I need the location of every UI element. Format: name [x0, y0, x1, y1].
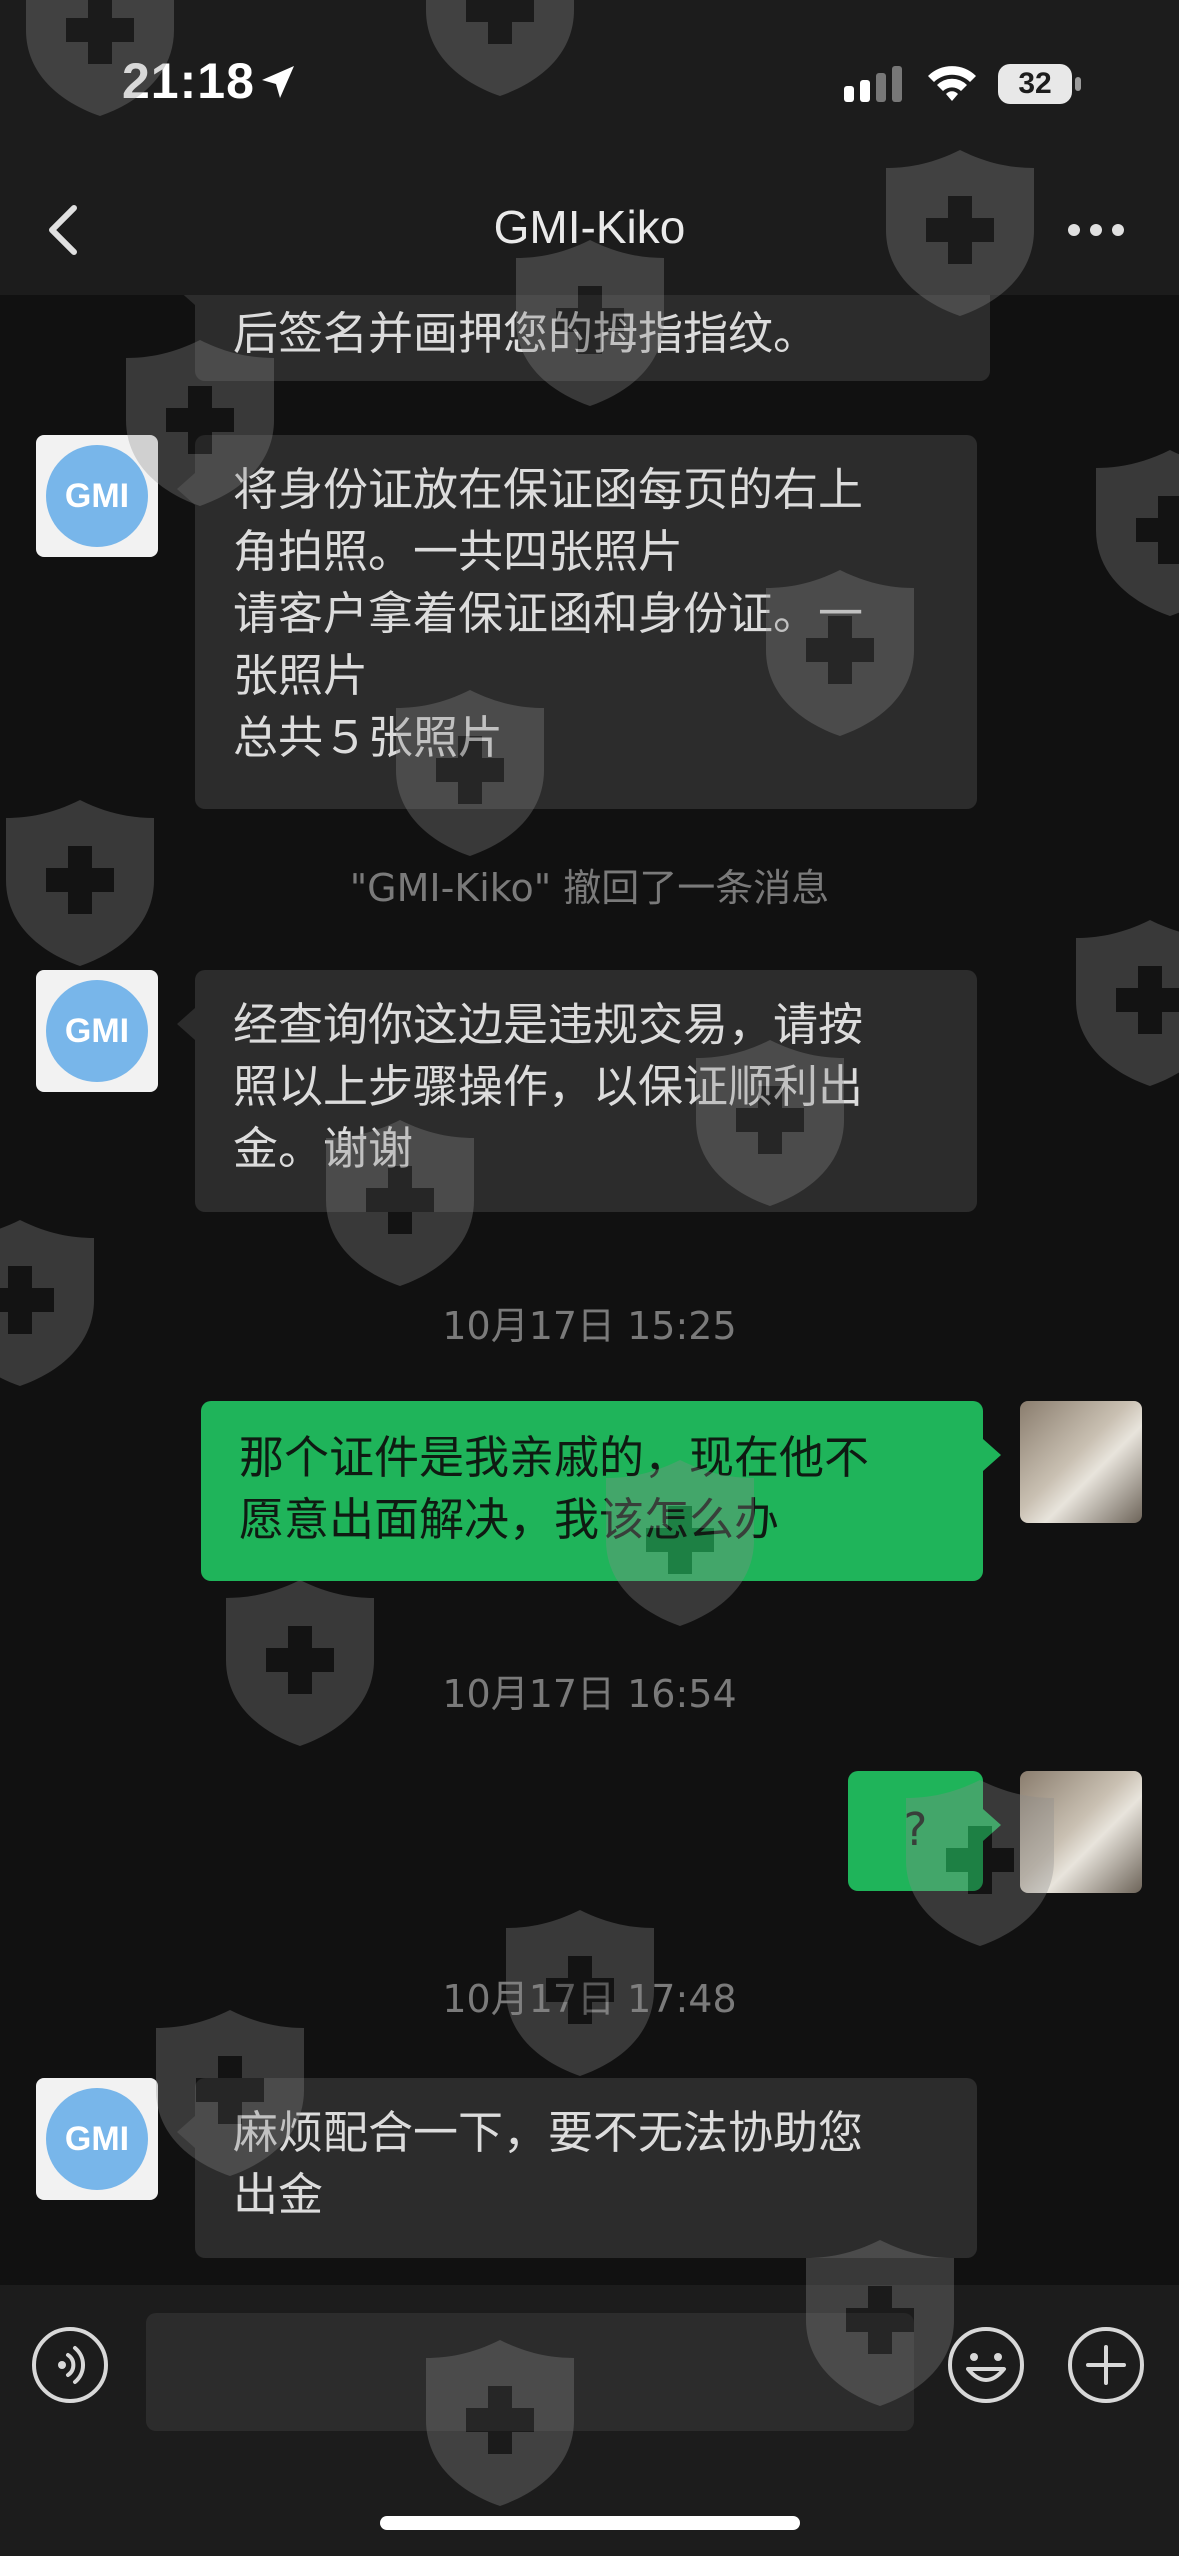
message-line: 照以上步骤操作，以保证顺利出 — [233, 1060, 864, 1113]
incoming-message-bubble[interactable]: 将身份证放在保证函每页的右上 角拍照。一共四张照片 请客户拿着保证函和身份证。一… — [177, 435, 977, 809]
contact-avatar[interactable]: GMI — [36, 435, 158, 557]
timestamp: 10月17日 15:25 — [442, 1304, 737, 1348]
message-line: 请客户拿着保证函和身份证。一 — [233, 587, 864, 640]
contact-avatar[interactable]: GMI — [36, 970, 158, 1092]
incoming-message-bubble[interactable]: 麻烦配合一下，要不无法协助您 出金 — [177, 2078, 977, 2258]
voice-input-icon[interactable] — [30, 2325, 110, 2405]
recall-notice: "GMI-Kiko" 撤回了一条消息 — [349, 866, 830, 910]
message-line: 那个证件是我亲戚的，现在他不 — [239, 1431, 870, 1484]
gmi-logo: GMI — [46, 980, 148, 1082]
gmi-logo: GMI — [46, 2088, 148, 2190]
status-time: 21:18 — [122, 53, 255, 109]
message-line: 愿意出面解决，我该怎么办 — [239, 1493, 780, 1546]
message-line: 出金 — [233, 2168, 324, 2221]
chat-title: GMI-Kiko — [493, 201, 686, 253]
outgoing-message-bubble[interactable]: 那个证件是我亲戚的，现在他不 愿意出面解决，我该怎么办 — [201, 1401, 1001, 1581]
emoji-icon[interactable] — [946, 2325, 1026, 2405]
message-line: 金。谢谢 — [233, 1122, 414, 1175]
message-line: 角拍照。一共四张照片 — [233, 525, 684, 578]
battery-level: 32 — [1018, 67, 1052, 100]
message-line: 张照片 — [233, 649, 369, 702]
user-avatar[interactable] — [1020, 1401, 1142, 1523]
message-line: 经查询你这边是违规交易，请按 — [233, 998, 864, 1051]
contact-avatar[interactable]: GMI — [36, 2078, 158, 2200]
message-line: 后签名并画押您的拇指指纹。 — [233, 307, 819, 360]
location-arrow-icon — [262, 66, 294, 98]
message-list[interactable]: 后签名并画押您的拇指指纹。 GMI 将身份证放在保证函每页的右上 角拍照。一共四… — [0, 295, 1179, 2285]
chat-header: GMI-Kiko — [0, 170, 1179, 295]
timestamp: 10月17日 17:48 — [442, 1977, 737, 2021]
incoming-message-bubble[interactable]: 经查询你这边是违规交易，请按 照以上步骤操作，以保证顺利出 金。谢谢 — [177, 970, 977, 1212]
timestamp: 10月17日 16:54 — [442, 1672, 737, 1716]
outgoing-message-bubble[interactable]: ? — [848, 1771, 1001, 1891]
incoming-message-bubble[interactable]: 后签名并画押您的拇指指纹。 — [177, 295, 990, 381]
message-line: 总共５张照片 — [233, 711, 504, 764]
user-avatar[interactable] — [1020, 1771, 1142, 1893]
wifi-icon — [928, 66, 976, 101]
message-line: ? — [903, 1803, 928, 1856]
message-line: 麻烦配合一下，要不无法协助您 — [233, 2106, 864, 2159]
status-bar: 21:18 32 — [0, 0, 1179, 170]
message-line: 将身份证放在保证函每页的右上 — [233, 463, 864, 516]
home-indicator — [380, 2516, 800, 2530]
gmi-logo: GMI — [46, 445, 148, 547]
cellular-signal-icon — [844, 66, 902, 102]
more-options-icon[interactable] — [1066, 222, 1126, 238]
plus-more-icon[interactable] — [1066, 2325, 1146, 2405]
message-text-input[interactable] — [146, 2313, 914, 2431]
